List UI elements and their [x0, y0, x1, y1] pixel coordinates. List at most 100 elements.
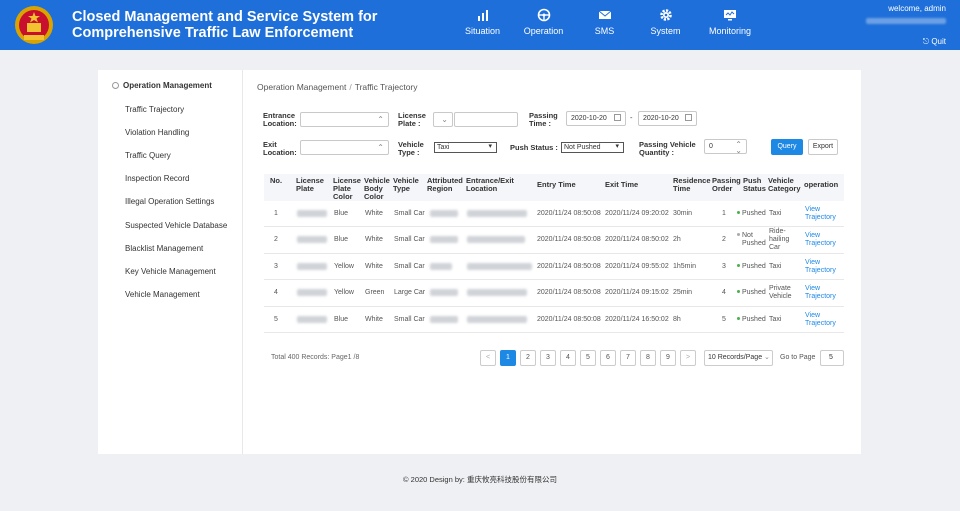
- cell-no: 1: [274, 210, 278, 217]
- link-line1: View: [805, 259, 821, 266]
- status-dot-icon: [737, 264, 740, 267]
- cell-vehicle-type: Small Car: [394, 236, 425, 243]
- main-panel: Operation Management Traffic Trajectory …: [98, 70, 861, 454]
- exit-location-select[interactable]: ⌃: [300, 140, 389, 155]
- passing-quantity-label: Passing Vehicle Quantity :: [639, 141, 696, 157]
- page-8-button[interactable]: 8: [640, 350, 656, 366]
- link-line2: Trajectory: [805, 320, 836, 327]
- entrance-location-select[interactable]: ⌃: [300, 112, 389, 127]
- sidebar-item-traffic-trajectory[interactable]: Traffic Trajectory: [125, 105, 184, 114]
- passing-quantity-stepper[interactable]: 0 ⌃ ⌄: [704, 139, 747, 157]
- col-vehicle-type: Vehicle Type: [393, 177, 419, 193]
- passing-time-label-line2: Time :: [529, 119, 551, 128]
- sidebar-item-blacklist-management[interactable]: Blacklist Management: [125, 244, 203, 253]
- vehicle-type-value: Taxi: [437, 144, 450, 151]
- blurred-user-info: [866, 18, 946, 24]
- col-vtype-line2: Type: [393, 184, 410, 193]
- nav-situation[interactable]: Situation: [452, 8, 513, 36]
- col-body-color: Vehicle Body Color: [364, 177, 390, 201]
- page-3-button[interactable]: 3: [540, 350, 556, 366]
- date-to-input[interactable]: 2020-10-20: [638, 111, 697, 126]
- cell-push-status: Pushed: [737, 289, 766, 297]
- cell-location-blurred: [467, 263, 532, 270]
- table-row: 5 Blue White Small Car 2020/11/24 08:50:…: [264, 307, 844, 333]
- passing-time-label: Passing Time :: [529, 112, 558, 128]
- nav-operation[interactable]: Operation: [513, 8, 574, 36]
- sidebar-item-violation-handling[interactable]: Violation Handling: [125, 128, 189, 137]
- nav-situation-label: Situation: [464, 26, 501, 36]
- sidebar-heading[interactable]: Operation Management: [112, 81, 212, 90]
- breadcrumb-parent[interactable]: Operation Management: [257, 82, 346, 92]
- push-status-select[interactable]: Not Pushed ▾: [561, 142, 624, 153]
- cell-exit-time: 2020/11/24 08:50:02: [605, 236, 669, 243]
- cell-order: 4: [722, 289, 726, 296]
- cat-line3: Car: [769, 244, 781, 251]
- stepper-down-icon[interactable]: ⌄: [735, 144, 742, 157]
- page-1-button[interactable]: 1: [500, 350, 516, 366]
- cell-location-blurred: [467, 289, 527, 296]
- goto-page-input[interactable]: 5: [820, 350, 844, 366]
- export-button[interactable]: Export: [808, 139, 838, 155]
- sidebar-item-key-vehicle-management[interactable]: Key Vehicle Management: [125, 267, 216, 276]
- sidebar-item-vehicle-management[interactable]: Vehicle Management: [125, 290, 200, 299]
- col-order-line2: Order: [712, 184, 733, 193]
- cell-no: 2: [274, 236, 278, 243]
- next-page-button[interactable]: >: [680, 350, 696, 366]
- cell-push-status: Pushed: [737, 263, 766, 271]
- cell-entry-time: 2020/11/24 08:50:08: [537, 289, 601, 296]
- view-trajectory-link[interactable]: View Trajectory: [805, 232, 836, 248]
- cell-plate-color: Blue: [334, 316, 349, 323]
- view-trajectory-link[interactable]: View Trajectory: [805, 206, 836, 222]
- view-trajectory-link[interactable]: View Trajectory: [805, 285, 836, 301]
- cell-order: 5: [722, 316, 726, 323]
- vtype-label-line2: Type :: [398, 148, 420, 157]
- query-button[interactable]: Query: [771, 139, 803, 155]
- page-4-button[interactable]: 4: [560, 350, 576, 366]
- quit-button[interactable]: ⎋ Quit: [923, 37, 946, 47]
- cell-plate-color: Yellow: [334, 263, 354, 270]
- push-status-text: Pushed: [742, 263, 766, 270]
- sidebar-item-suspected-vehicle-database[interactable]: Suspected Vehicle Database: [125, 221, 227, 230]
- cell-category: Taxi: [769, 316, 782, 323]
- link-line2: Trajectory: [805, 240, 836, 247]
- col-plate-line2: Plate: [296, 184, 314, 193]
- nav-sms[interactable]: SMS: [574, 8, 635, 36]
- cell-push-status: Not Pushed: [737, 232, 766, 248]
- page-6-button[interactable]: 6: [600, 350, 616, 366]
- view-trajectory-link[interactable]: View Trajectory: [805, 259, 836, 275]
- page-5-button[interactable]: 5: [580, 350, 596, 366]
- view-trajectory-link[interactable]: View Trajectory: [805, 312, 836, 328]
- cell-residence: 2h: [673, 236, 681, 243]
- nav-system[interactable]: System: [635, 8, 696, 36]
- sidebar-item-traffic-query[interactable]: Traffic Query: [125, 151, 171, 160]
- cell-category: Ride-hailing Car: [769, 228, 789, 252]
- page-9-button[interactable]: 9: [660, 350, 676, 366]
- date-from-input[interactable]: 2020-10-20: [566, 111, 626, 126]
- page-2-button[interactable]: 2: [520, 350, 536, 366]
- monitor-icon: [724, 10, 736, 21]
- page-size-select[interactable]: 10 Records/Page ⌄: [704, 350, 773, 366]
- status-dot-icon: [737, 317, 740, 320]
- nav-monitoring[interactable]: Monitoring: [696, 8, 764, 36]
- table-row: 3 Yellow White Small Car 2020/11/24 08:5…: [264, 254, 844, 280]
- cell-category: Private Vehicle: [769, 285, 792, 301]
- prev-page-button[interactable]: <: [480, 350, 496, 366]
- vehicle-type-select[interactable]: Taxi ▾: [434, 142, 497, 153]
- plate-prefix-select[interactable]: ⌄: [433, 112, 453, 127]
- table-header: No. License Plate License Plate Color Vehic…: [264, 174, 844, 201]
- cell-plate-blurred: [297, 236, 327, 243]
- cell-body-color: White: [365, 263, 383, 270]
- sidebar-item-inspection-record[interactable]: Inspection Record: [125, 174, 189, 183]
- breadcrumb-separator: /: [349, 82, 352, 92]
- cell-plate-color: Blue: [334, 210, 349, 217]
- calendar-icon: [614, 114, 621, 121]
- cell-vehicle-type: Small Car: [394, 210, 425, 217]
- page-7-button[interactable]: 7: [620, 350, 636, 366]
- col-entry-time: Entry Time: [537, 180, 576, 189]
- cell-location-blurred: [467, 316, 527, 323]
- sidebar-item-illegal-operation-settings[interactable]: Illegal Operation Settings: [125, 197, 214, 206]
- license-plate-input[interactable]: [454, 112, 518, 127]
- col-push-status: Push Status: [743, 177, 766, 193]
- cell-region-blurred: [430, 263, 452, 270]
- top-nav: Situation Operation SMS System Monitorin…: [452, 8, 764, 36]
